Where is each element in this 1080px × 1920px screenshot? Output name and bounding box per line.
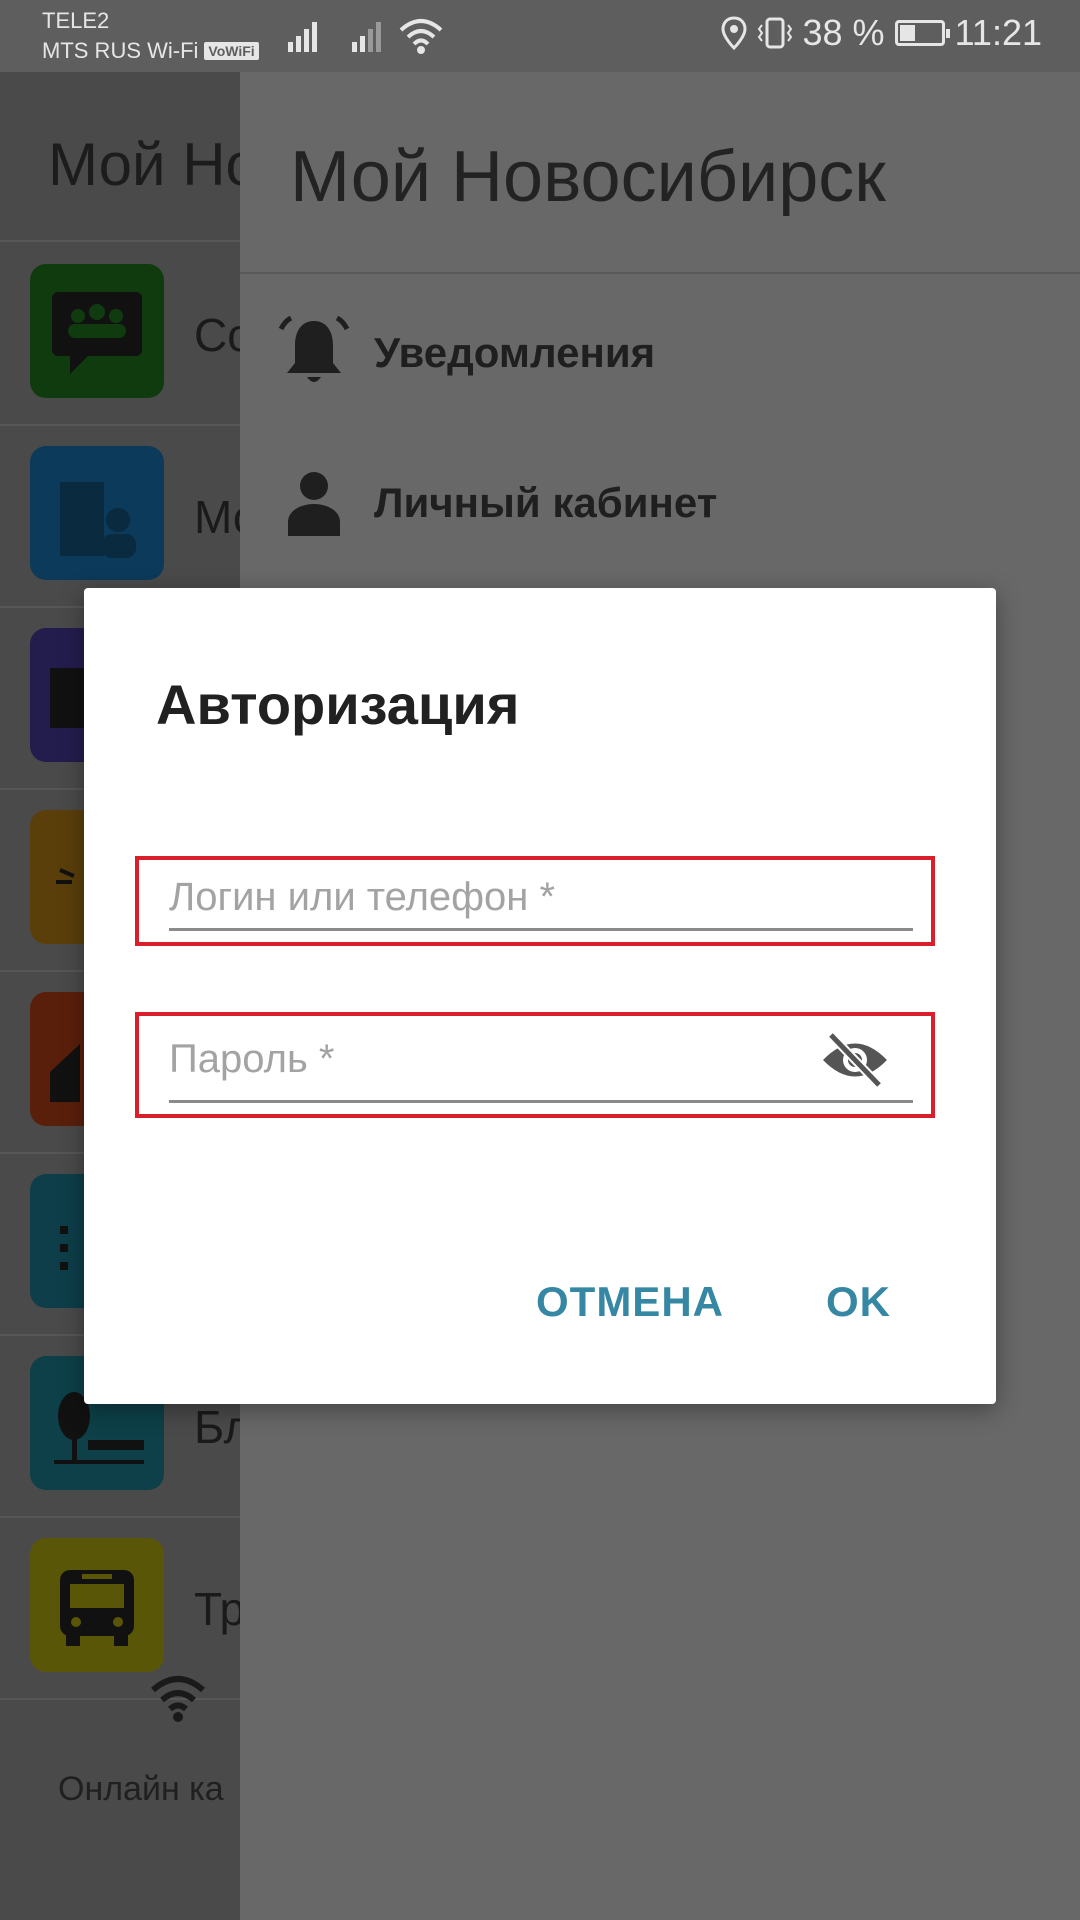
ok-button[interactable]: OK (826, 1278, 891, 1326)
drawer-item-notifications[interactable]: Уведомления (274, 308, 655, 398)
menu-label: Тр (194, 1583, 246, 1635)
location-icon (721, 16, 747, 50)
menu-tile-chat[interactable] (30, 264, 164, 398)
building-person-icon (60, 482, 136, 558)
app-title: Мой Но (48, 131, 259, 198)
battery-percent: 38 % (802, 12, 885, 53)
password-underline (169, 1100, 913, 1103)
drawer-item-label: Уведомления (374, 329, 656, 376)
battery-icon (894, 20, 950, 46)
password-field-highlight (135, 1012, 935, 1118)
menu-tile-buildings[interactable] (30, 446, 164, 580)
divider (0, 424, 240, 426)
login-field-highlight (135, 856, 935, 946)
status-bar: TELE2 MTS RUS Wi-Fi VoWiFi 38 % 11:21 (0, 0, 1080, 72)
login-input[interactable] (169, 872, 911, 922)
chat-group-icon (52, 292, 142, 374)
login-underline (169, 928, 913, 931)
drawer-item-label: Личный кабинет (374, 479, 718, 526)
person-icon (288, 472, 340, 536)
operator-1: TELE2 (42, 8, 110, 33)
divider (0, 1516, 240, 1518)
vowifi-badge: VoWiFi (204, 42, 259, 60)
vibrate-icon (757, 17, 792, 49)
bell-icon (278, 315, 350, 382)
signal-icon-2 (352, 22, 381, 52)
dialog-title: Авторизация (156, 673, 520, 736)
operator-2: MTS RUS Wi-Fi (42, 38, 199, 63)
divider (240, 272, 1080, 274)
online-label[interactable]: Онлайн ка (58, 1770, 224, 1809)
operator-info: TELE2 MTS RUS Wi-Fi VoWiFi (42, 6, 259, 66)
cancel-button[interactable]: ОТМЕНА (536, 1278, 724, 1326)
signal-icon (288, 22, 317, 52)
drawer-item-account[interactable]: Личный кабинет (274, 458, 717, 548)
clock: 11:21 (954, 12, 1042, 53)
eye-off-icon (823, 1031, 887, 1089)
password-visibility-toggle[interactable] (819, 1028, 891, 1092)
bus-icon (60, 1570, 134, 1646)
menu-tile-transport[interactable] (30, 1538, 164, 1672)
divider (0, 240, 240, 242)
wifi-icon (399, 19, 443, 54)
password-input[interactable] (169, 1034, 801, 1084)
drawer-title: Мой Новосибирск (290, 137, 886, 217)
auth-dialog: Авторизация ОТМЕНА OK (84, 588, 996, 1404)
wifi-icon (151, 1676, 205, 1722)
